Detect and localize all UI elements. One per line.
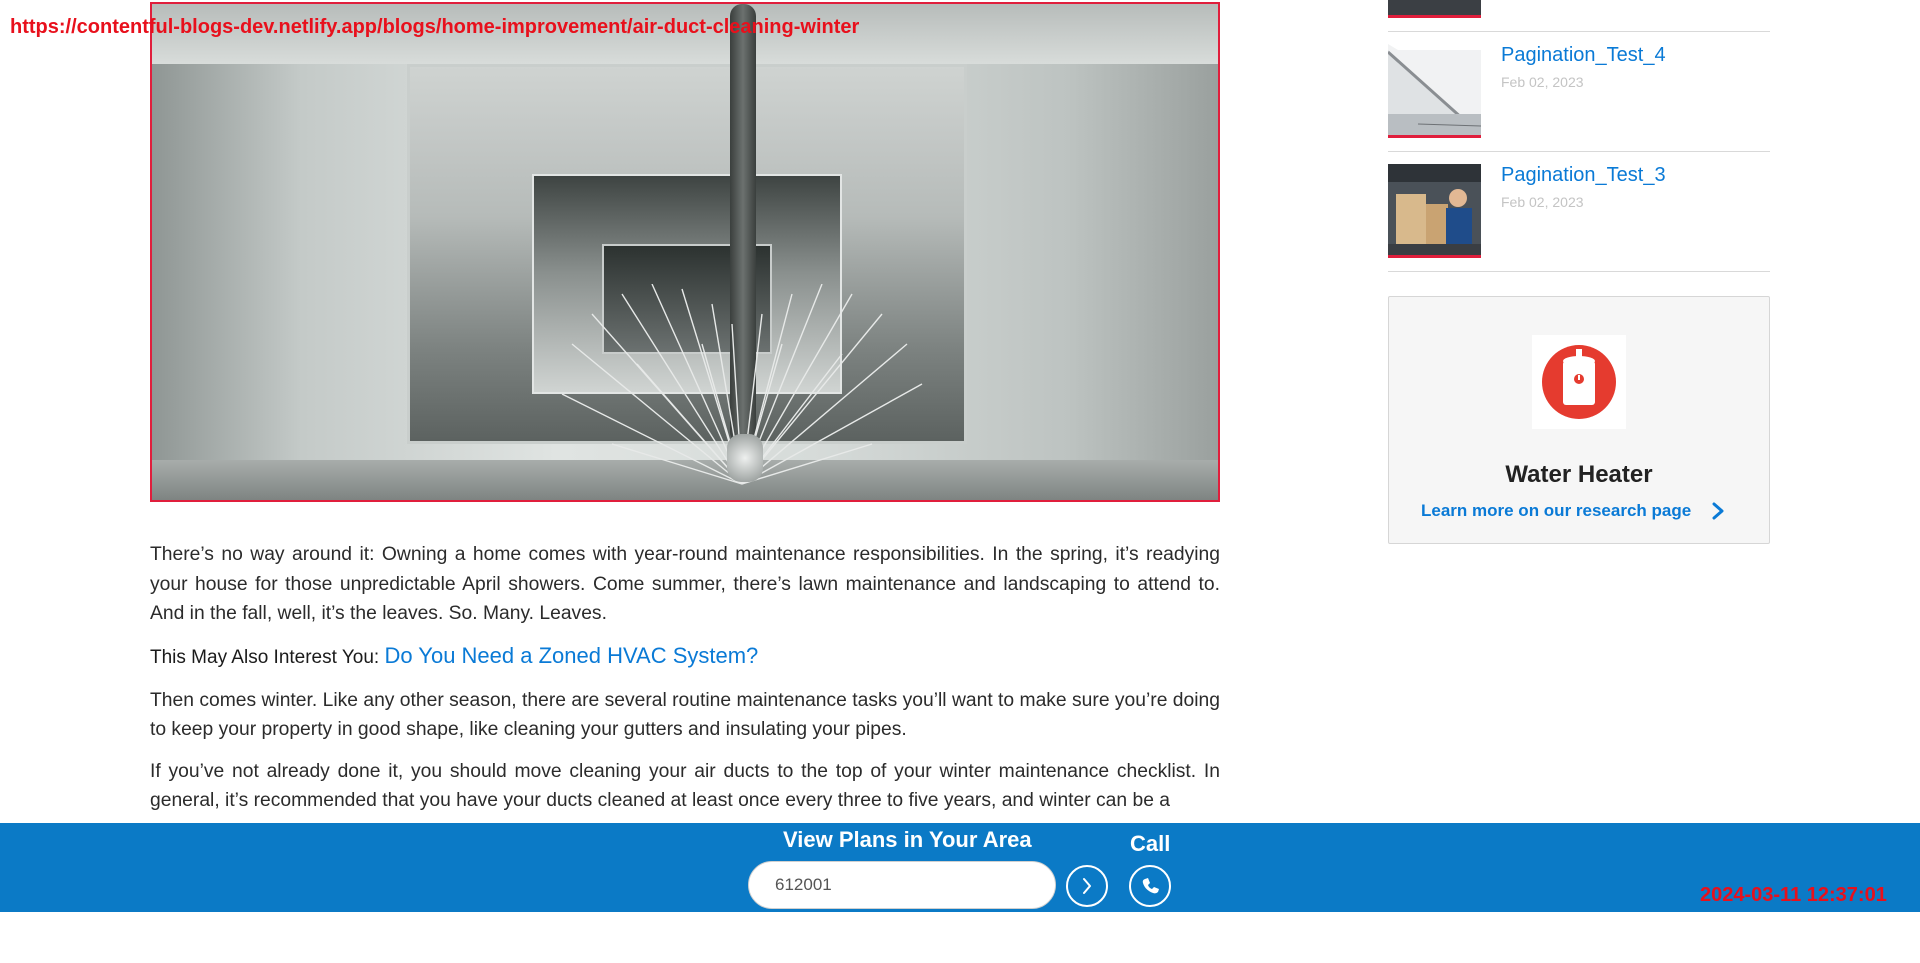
also-interest: This May Also Interest You: Do You Need … bbox=[150, 641, 1220, 673]
zip-code-input[interactable] bbox=[748, 861, 1056, 909]
also-interest-label: This May Also Interest You: bbox=[150, 646, 380, 668]
sidebar-post-partial[interactable] bbox=[1388, 0, 1770, 32]
timestamp-overlay: 2024-03-11 12:37:01 bbox=[1700, 884, 1887, 906]
url-overlay: https://contentful-blogs-dev.netlify.app… bbox=[10, 16, 860, 38]
phone-icon bbox=[1142, 878, 1159, 894]
house-roof-thumbnail-icon bbox=[1388, 44, 1481, 138]
post-date: Feb 02, 2023 bbox=[1501, 194, 1584, 210]
article-paragraph: Then comes winter. Like any other season… bbox=[150, 689, 1220, 741]
post-thumbnail bbox=[1388, 0, 1481, 18]
article-paragraph: There’s no way around it: Owning a home … bbox=[150, 544, 1220, 624]
technician-thumbnail-icon bbox=[1388, 164, 1481, 258]
sidebar-post[interactable]: Pagination_Test_4 Feb 02, 2023 bbox=[1388, 32, 1770, 152]
page: https://contentful-blogs-dev.netlify.app… bbox=[0, 0, 1920, 963]
research-page-link[interactable]: Learn more on our research page bbox=[1421, 501, 1691, 521]
article-body: There’s no way around it: Owning a home … bbox=[150, 540, 1220, 828]
brush-hub bbox=[727, 434, 763, 482]
water-heater-promo-card: Water Heater Learn more on our research … bbox=[1388, 296, 1770, 544]
post-date: Feb 02, 2023 bbox=[1501, 74, 1584, 90]
chevron-right-icon bbox=[1083, 878, 1091, 894]
call-button[interactable] bbox=[1129, 865, 1171, 907]
chevron-right-icon[interactable] bbox=[1709, 501, 1727, 521]
also-interest-link[interactable]: Do You Need a Zoned HVAC System? bbox=[384, 643, 758, 668]
water-heater-icon bbox=[1532, 335, 1626, 429]
call-label: Call bbox=[1130, 831, 1171, 856]
promo-title: Water Heater bbox=[1505, 461, 1653, 488]
zip-submit-button[interactable] bbox=[1066, 865, 1108, 907]
article-paragraph: If you’ve not already done it, you shoul… bbox=[150, 760, 1220, 812]
post-title[interactable]: Pagination_Test_4 bbox=[1501, 44, 1666, 67]
sidebar-post[interactable]: Pagination_Test_3 Feb 02, 2023 bbox=[1388, 152, 1770, 272]
hero-image bbox=[150, 2, 1220, 502]
post-title[interactable]: Pagination_Test_3 bbox=[1501, 164, 1666, 187]
view-plans-bar: View Plans in Your Area Call bbox=[0, 823, 1920, 912]
view-plans-heading: View Plans in Your Area bbox=[783, 827, 1032, 852]
